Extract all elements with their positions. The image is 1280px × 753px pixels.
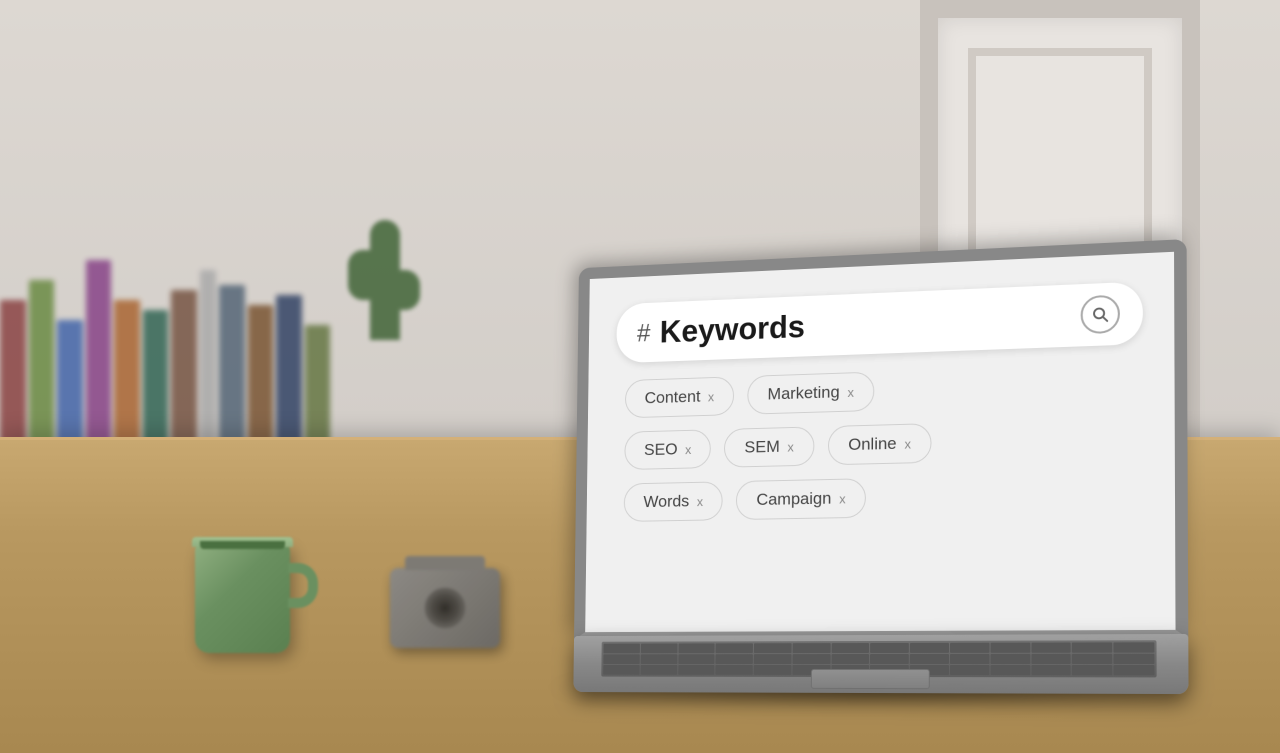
tag-sem[interactable]: SEM x <box>724 426 814 467</box>
scene: # Keywords <box>0 0 1280 753</box>
tag-content[interactable]: Content x <box>625 376 734 418</box>
tag-campaign-close[interactable]: x <box>839 491 845 506</box>
laptop-base <box>573 634 1188 694</box>
search-icon <box>1091 305 1110 324</box>
tag-words[interactable]: Words x <box>624 481 723 522</box>
tag-marketing-label: Marketing <box>767 383 839 405</box>
tag-online-label: Online <box>848 434 896 455</box>
tag-marketing-close[interactable]: x <box>847 385 853 400</box>
tag-sem-label: SEM <box>744 437 779 457</box>
laptop: # Keywords <box>573 634 1188 694</box>
trackpad[interactable] <box>811 669 930 689</box>
tag-sem-close[interactable]: x <box>787 439 793 454</box>
keyword-search-bar[interactable]: # Keywords <box>616 281 1143 363</box>
camera <box>390 568 500 648</box>
tag-campaign[interactable]: Campaign x <box>736 478 866 520</box>
tag-content-label: Content <box>645 387 701 408</box>
tag-online[interactable]: Online x <box>828 423 932 465</box>
laptop-screen-wrapper: # Keywords <box>574 239 1188 640</box>
coffee-mug <box>195 543 290 653</box>
tags-area: Content x Marketing x SEO <box>614 362 1143 522</box>
tags-row-2: SEO x SEM x Online x <box>624 417 1133 470</box>
search-input-label[interactable]: Keywords <box>660 297 1071 350</box>
tag-content-close[interactable]: x <box>708 389 714 404</box>
tag-seo-label: SEO <box>644 440 678 460</box>
tag-words-close[interactable]: x <box>697 494 703 509</box>
laptop-screen: # Keywords <box>574 239 1188 640</box>
search-button[interactable] <box>1081 295 1120 335</box>
tags-row-1: Content x Marketing x <box>625 363 1133 419</box>
tag-campaign-label: Campaign <box>756 489 831 510</box>
tags-row-3: Words x Campaign x <box>624 472 1133 522</box>
tag-seo-close[interactable]: x <box>685 442 691 457</box>
tag-marketing[interactable]: Marketing x <box>747 372 874 415</box>
screen-content: # Keywords <box>585 252 1175 632</box>
tag-online-close[interactable]: x <box>905 436 912 451</box>
tag-words-label: Words <box>643 492 689 512</box>
tag-seo[interactable]: SEO x <box>624 429 711 470</box>
cactus-decoration <box>370 220 400 340</box>
hash-icon: # <box>637 318 651 348</box>
